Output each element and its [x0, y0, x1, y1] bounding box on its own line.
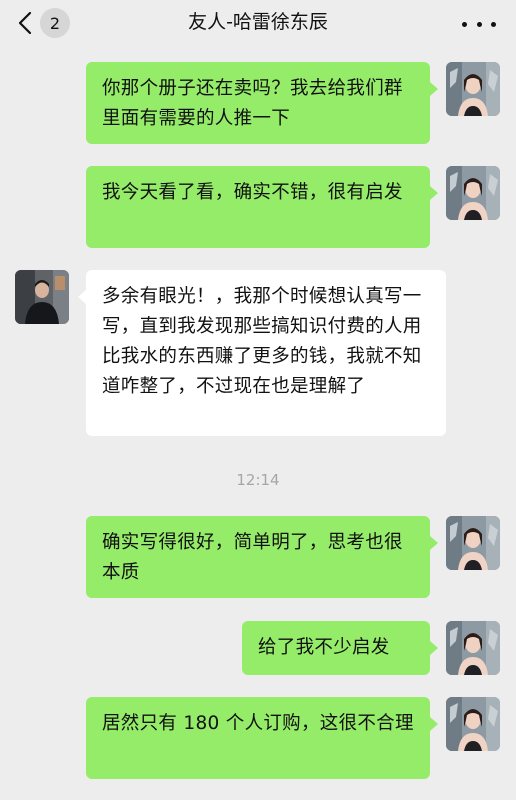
message-bubble-sent[interactable]: 我今天看了看，确实不错，很有启发	[86, 166, 430, 248]
my-avatar[interactable]	[446, 697, 500, 751]
my-avatar[interactable]	[446, 166, 500, 220]
message-text: 我今天看了看，确实不错，很有启发	[102, 182, 403, 203]
my-avatar[interactable]	[446, 621, 500, 675]
message-text: 居然只有 180 个人订购，这很不合理	[102, 713, 414, 734]
message-bubble-received[interactable]: 多余有眼光！，我那个时候想认真写一写，直到我发现那些搞知识付费的人用比我水的东西…	[86, 270, 446, 436]
chevron-left-icon	[18, 11, 32, 35]
contact-avatar[interactable]	[15, 270, 69, 324]
bubble-tail	[430, 82, 438, 96]
avatar-image	[446, 697, 500, 751]
more-dots-icon	[491, 21, 496, 27]
bubble-tail	[78, 290, 86, 304]
bubble-tail	[430, 186, 438, 200]
more-options-button[interactable]	[462, 12, 496, 36]
my-avatar[interactable]	[446, 62, 500, 116]
chat-title: 友人-哈雷徐东辰	[188, 11, 328, 33]
message-bubble-sent[interactable]: 确实写得很好，简单明了，思考也很本质	[86, 516, 430, 598]
message-timestamp: 12:14	[236, 471, 280, 489]
bubble-tail	[430, 717, 438, 731]
avatar-image	[446, 516, 500, 570]
bubble-tail	[430, 641, 438, 655]
avatar-image	[446, 621, 500, 675]
message-bubble-sent[interactable]: 给了我不少启发	[242, 621, 430, 675]
unread-count-badge: 2	[40, 8, 70, 38]
message-text: 给了我不少启发	[258, 637, 390, 658]
more-dots-icon	[476, 21, 482, 27]
message-text: 你那个册子还在卖吗？我去给我们群里面有需要的人推一下	[102, 78, 403, 129]
my-avatar[interactable]	[446, 516, 500, 570]
message-bubble-sent[interactable]: 居然只有 180 个人订购，这很不合理	[86, 697, 430, 779]
message-bubble-sent[interactable]: 你那个册子还在卖吗？我去给我们群里面有需要的人推一下	[86, 62, 430, 144]
avatar-image	[446, 62, 500, 116]
back-button[interactable]: 2	[18, 8, 78, 38]
message-text: 确实写得很好，简单明了，思考也很本质	[102, 532, 403, 583]
avatar-image	[15, 270, 69, 324]
bubble-tail	[430, 536, 438, 550]
message-text: 多余有眼光！，我那个时候想认真写一写，直到我发现那些搞知识付费的人用比我水的东西…	[102, 286, 422, 397]
avatar-image	[446, 166, 500, 220]
more-dots-icon	[462, 21, 467, 27]
chat-header: 2 友人-哈雷徐东辰	[0, 0, 516, 46]
